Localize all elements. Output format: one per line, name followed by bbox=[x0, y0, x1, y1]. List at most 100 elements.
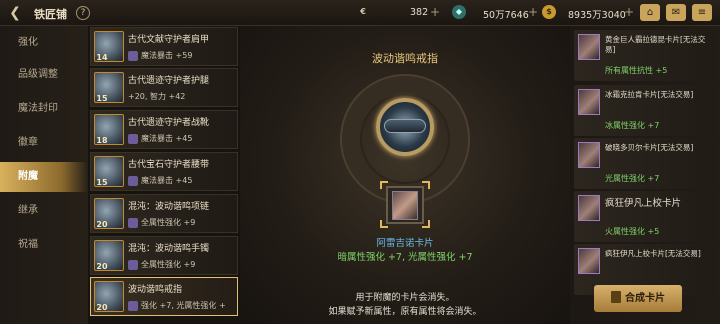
gold-icon: $ bbox=[542, 5, 556, 19]
magic-crit-icon bbox=[128, 175, 138, 186]
add-currency-2-button[interactable]: + bbox=[528, 5, 538, 19]
card-list-name: 黄金巨人霸拉德昆卡片[无法交易] bbox=[605, 35, 706, 54]
item-stat: 全属性强化 +9 bbox=[128, 259, 195, 270]
item-level: 15 bbox=[96, 178, 108, 187]
list-item-selected[interactable]: 20 波动谐鸣戒指 强化 +7, 光属性强化 + bbox=[90, 277, 238, 316]
all-stat-icon bbox=[128, 259, 138, 270]
item-stat-text: 魔法暴击 +45 bbox=[141, 134, 193, 143]
compose-card-button[interactable]: 合成卡片 bbox=[594, 285, 682, 312]
item-name: 古代遗迹守护者护腿 bbox=[128, 76, 210, 86]
all-stat-icon bbox=[128, 217, 138, 228]
sidebar-item-grade[interactable]: 品级调整 bbox=[0, 60, 88, 90]
card-thumbnail bbox=[578, 89, 600, 115]
item-stat: +20, 智力 +42 bbox=[128, 91, 185, 102]
shop-icon[interactable]: ⌂ bbox=[640, 4, 660, 21]
item-name: 混沌：波动谐鸣项链 bbox=[128, 202, 210, 212]
item-level: 20 bbox=[96, 220, 108, 229]
card-name: 阿雷吉诺卡片 bbox=[376, 238, 434, 249]
help-icon[interactable]: ? bbox=[76, 6, 90, 20]
card-list-item[interactable]: 冰霜克拉肯卡片[无法交易] 冰属性强化 +7 bbox=[574, 85, 716, 136]
back-icon[interactable]: ❮ bbox=[6, 4, 24, 22]
magic-crit-icon bbox=[128, 50, 138, 61]
card-list-name: 冰霜克拉肯卡片[无法交易] bbox=[605, 90, 694, 99]
card-list: 黄金巨人霸拉德昆卡片[无法交易] 所有属性抗性 +5 冰霜克拉肯卡片[无法交易]… bbox=[570, 26, 720, 324]
magic-crit-icon bbox=[128, 133, 138, 144]
sidebar-item-enhance[interactable]: 强化 bbox=[0, 28, 88, 58]
item-stat: 魔法暴击 +45 bbox=[128, 133, 192, 144]
top-bar: ❮ 铁匠铺 ? € 382 + ◆ 50万7646 + $ 8935万3040 … bbox=[0, 0, 720, 26]
card-list-effect: 所有属性抗性 +5 bbox=[605, 66, 668, 75]
card-list-effect: 火属性强化 +5 bbox=[605, 227, 660, 236]
item-name: 古代宝石守护者腰带 bbox=[128, 160, 210, 170]
currency-value-1: 382 bbox=[410, 7, 429, 18]
list-item[interactable]: 20 混沌：波动谐鸣手镯 全属性强化 +9 bbox=[90, 236, 238, 275]
compose-card-label: 合成卡片 bbox=[625, 293, 665, 304]
corner-bracket bbox=[380, 181, 388, 189]
list-item[interactable]: 20 混沌：波动谐鸣项链 全属性强化 +9 bbox=[90, 194, 238, 233]
card-thumbnail bbox=[578, 34, 600, 60]
ring-band-icon bbox=[384, 119, 426, 133]
item-name: 波动谐鸣戒指 bbox=[128, 285, 183, 295]
card-thumbnail bbox=[578, 142, 600, 168]
equipment-list: 14 古代文献守护者肩甲 魔法暴击 +59 15 古代遗迹守护者护腿 +20, … bbox=[90, 26, 240, 324]
item-stat: 强化 +7, 光属性强化 + bbox=[128, 300, 226, 311]
all-stat-icon bbox=[128, 300, 138, 311]
item-stat-text: 魔法暴击 +59 bbox=[141, 51, 193, 60]
item-level: 20 bbox=[96, 303, 108, 312]
add-currency-1-button[interactable]: + bbox=[430, 5, 440, 19]
mail-icon[interactable]: ✉ bbox=[666, 4, 686, 21]
item-thumbnail: 20 bbox=[94, 281, 124, 312]
list-item[interactable]: 15 古代宝石守护者腰带 魔法暴击 +45 bbox=[90, 152, 238, 191]
list-item[interactable]: 14 古代文献守护者肩甲 魔法暴击 +59 bbox=[90, 27, 238, 66]
item-level: 15 bbox=[96, 94, 108, 103]
card-effect: 暗属性强化 +7, 光属性强化 +7 bbox=[337, 252, 473, 263]
add-currency-3-button[interactable]: + bbox=[624, 5, 634, 19]
list-item[interactable]: 15 古代遗迹守护者护腿 +20, 智力 +42 bbox=[90, 68, 238, 107]
currency-value-3: 8935万3040 bbox=[568, 10, 626, 21]
item-stat: 全属性强化 +9 bbox=[128, 217, 195, 228]
currency-value-2: 50万7646 bbox=[483, 10, 529, 21]
enchant-panel: 波动谐鸣戒指 阿雷吉诺卡片 暗属性强化 +7, 光属性强化 +7 用于附魔的卡片… bbox=[240, 26, 570, 324]
card-slot[interactable] bbox=[386, 186, 424, 224]
item-stat-text: +20, 智力 +42 bbox=[128, 92, 186, 101]
sidebar-item-emblem[interactable]: 徽章 bbox=[0, 128, 88, 158]
card-list-item[interactable]: 破晓多贝尔卡片[无法交易] 光属性强化 +7 bbox=[574, 138, 716, 189]
item-stat-text: 全属性强化 +9 bbox=[141, 260, 196, 269]
item-stat: 魔法暴击 +45 bbox=[128, 175, 192, 186]
item-thumbnail: 20 bbox=[94, 240, 124, 271]
corner-bracket bbox=[422, 220, 430, 228]
item-stat: 魔法暴击 +59 bbox=[128, 50, 192, 61]
item-name: 古代文献守护者肩甲 bbox=[128, 35, 210, 45]
sidebar-item-magic-seal[interactable]: 魔法封印 bbox=[0, 94, 88, 124]
sidebar-item-bless[interactable]: 祝福 bbox=[0, 230, 88, 260]
item-stat-text: 魔法暴击 +45 bbox=[141, 176, 193, 185]
item-level: 18 bbox=[96, 136, 108, 145]
card-thumbnail bbox=[578, 195, 600, 221]
card-list-name: 破晓多贝尔卡片[无法交易] bbox=[605, 143, 694, 152]
item-name: 古代遗迹守护者战靴 bbox=[128, 118, 210, 128]
item-thumbnail: 18 bbox=[94, 114, 124, 145]
selected-item-title: 波动谐鸣戒指 bbox=[372, 52, 438, 65]
corner-bracket bbox=[422, 181, 430, 189]
card-list-effect: 冰属性强化 +7 bbox=[605, 121, 660, 130]
card-list-name: 疯狂伊凡上校卡片 bbox=[605, 198, 682, 209]
item-thumbnail: 14 bbox=[94, 31, 124, 62]
item-thumbnail: 15 bbox=[94, 156, 124, 187]
item-stat-text: 全属性强化 +9 bbox=[141, 218, 196, 227]
card-thumbnail bbox=[578, 248, 600, 274]
sidebar-item-inherit[interactable]: 继承 bbox=[0, 196, 88, 226]
card-list-item[interactable]: 疯狂伊凡上校卡片 火属性强化 +5 bbox=[574, 191, 716, 242]
card-list-item[interactable]: 黄金巨人霸拉德昆卡片[无法交易] 所有属性抗性 +5 bbox=[574, 30, 716, 81]
sidebar-nav: 强化 品级调整 魔法封印 徽章 附魔 继承 祝福 bbox=[0, 26, 88, 324]
menu-icon[interactable]: ≡ bbox=[692, 4, 712, 21]
item-thumbnail: 15 bbox=[94, 72, 124, 103]
card-list-name: 疯狂伊凡上校卡片[无法交易] bbox=[605, 249, 701, 258]
item-level: 14 bbox=[96, 53, 108, 62]
sidebar-item-enchant[interactable]: 附魔 bbox=[0, 162, 88, 192]
item-level: 20 bbox=[96, 262, 108, 271]
item-stat-text: 强化 +7, 光属性强化 + bbox=[141, 301, 226, 310]
card-image bbox=[392, 191, 418, 220]
crystal-icon: ◆ bbox=[452, 5, 466, 19]
note-line-1: 用于附魔的卡片会消失。 bbox=[355, 293, 455, 303]
list-item[interactable]: 18 古代遗迹守护者战靴 魔法暴击 +45 bbox=[90, 110, 238, 149]
